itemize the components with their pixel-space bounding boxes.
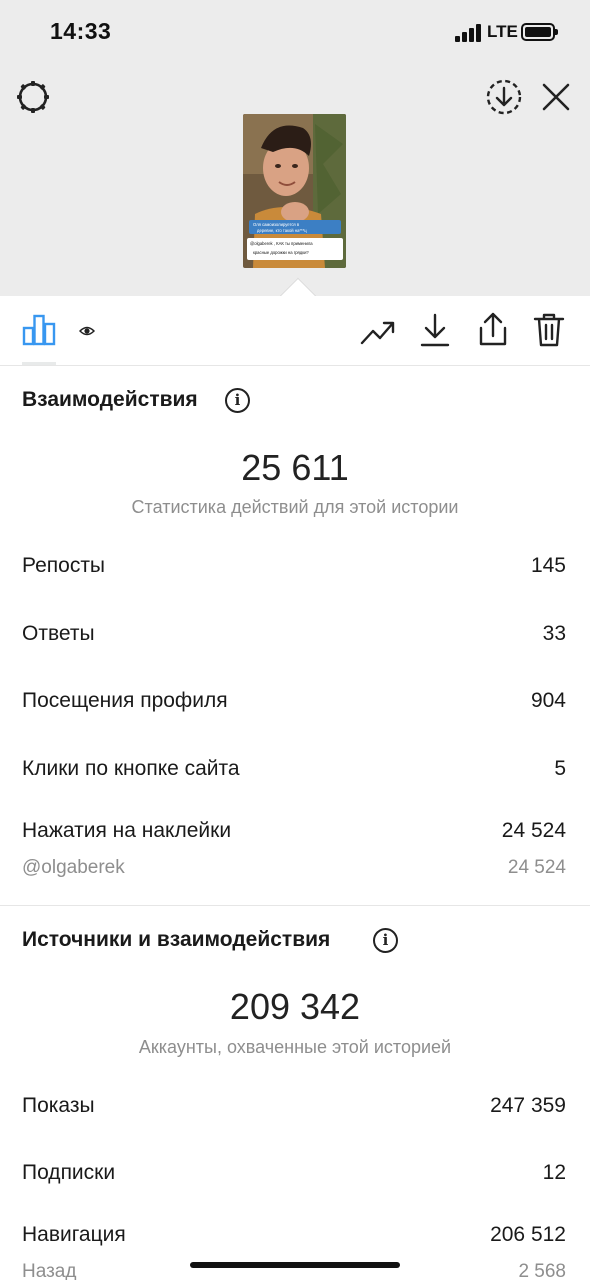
settings-icon[interactable] [14,78,52,116]
reposts-value: 145 [530,554,566,577]
replies-label: Ответы [22,622,95,645]
network-label: LTE [487,22,518,41]
back-label: Назад [22,1261,77,1280]
interactions-title: Взаимодействия [22,388,198,411]
sticker-taps-value: 24 524 [501,819,566,842]
sticker-taps-label: Нажатия на наклейки [22,819,232,842]
story-preview-area: 14:33 LTE Оля самоизолируется в деревне,… [0,0,590,296]
profile-visits-value: 904 [530,689,566,712]
close-icon[interactable] [540,81,572,113]
toolbar [0,296,590,366]
insights-bar-chart-icon[interactable] [22,314,56,346]
battery-icon [521,23,558,41]
website-clicks-label: Клики по кнопке сайта [22,757,240,780]
navigation-value: 206 512 [490,1223,566,1246]
status-bar: 14:33 LTE [0,0,590,66]
sticker-mention-label[interactable]: @olgaberek [22,857,125,879]
home-indicator[interactable] [190,1262,400,1268]
follows-value: 12 [542,1161,566,1184]
website-clicks-value: 5 [554,757,566,780]
download-icon[interactable] [419,312,451,348]
interactions-total: 25 611 [241,447,349,488]
interactions-info-icon[interactable]: i [225,388,250,413]
svg-text:Оля самоизолируется в: Оля самоизолируется в [253,222,300,227]
discovery-caption: Аккаунты, охваченные этой историей [138,1037,452,1057]
impressions-value: 247 359 [490,1094,566,1117]
signal-icon [455,24,483,42]
trash-icon[interactable] [532,311,566,349]
sticker-mention-value: 24 524 [507,857,566,878]
story-image: Оля самоизолируется в деревне, кто такой… [243,114,346,268]
share-icon[interactable] [476,310,510,348]
svg-text:красные дорожки на грядки?: красные дорожки на грядки? [253,250,309,255]
interactions-caption: Статистика действий для этой истории [131,497,459,517]
section-divider [0,905,590,906]
follows-label: Подписки [22,1161,116,1184]
discovery-total: 209 342 [229,986,361,1027]
discovery-info-icon[interactable]: i [373,928,398,953]
reposts-label: Репосты [22,554,106,577]
profile-visits-label: Посещения профиля [22,689,228,712]
svg-text:@olgaberek , КАК ты применила: @olgaberek , КАК ты применила [250,241,313,246]
active-tab-underline [22,362,56,365]
back-value: 2 568 [518,1261,566,1280]
discovery-title: Источники и взаимодействия [22,928,331,951]
svg-text:деревне, кто такой на***ц: деревне, кто такой на***ц [257,228,307,233]
trending-icon[interactable] [360,317,396,347]
navigation-label: Навигация [22,1223,126,1246]
save-story-icon[interactable] [485,78,523,116]
replies-value: 33 [542,622,566,645]
impressions-label: Показы [22,1094,95,1117]
eye-icon[interactable] [79,325,95,337]
story-thumbnail[interactable]: Оля самоизолируется в деревне, кто такой… [243,114,346,268]
status-time: 14:33 [50,18,112,44]
